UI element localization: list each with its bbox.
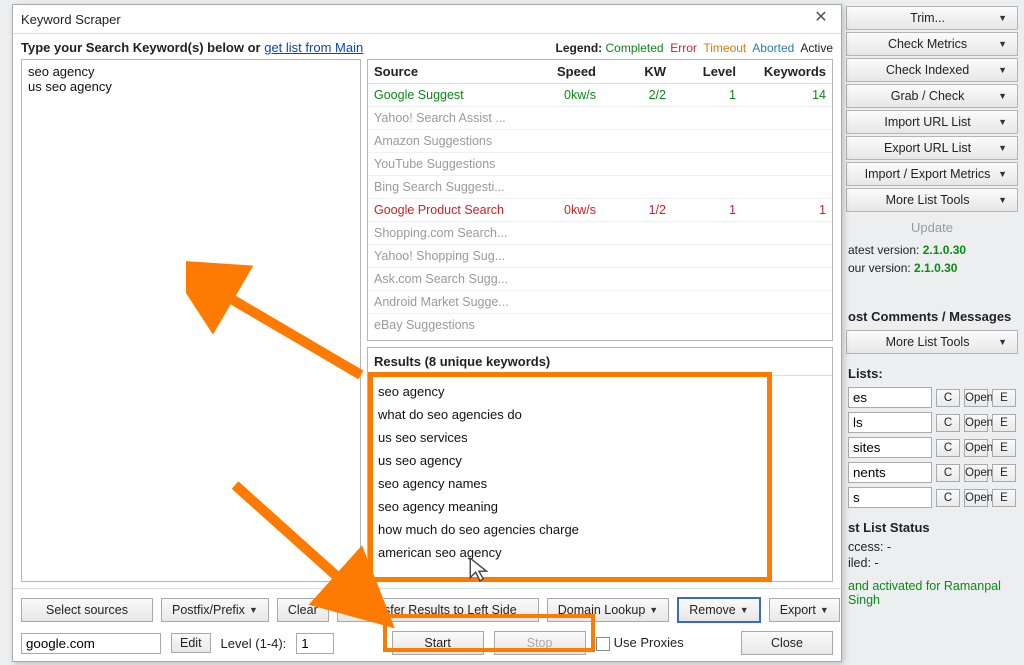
list-open-5[interactable]: Open [964, 489, 988, 507]
source-row[interactable]: Ask.com Search Sugg... [368, 268, 832, 291]
keywords-input[interactable] [21, 59, 361, 582]
list-open-2[interactable]: Open [964, 414, 988, 432]
list-input-2[interactable] [848, 412, 932, 433]
list-input-4[interactable] [848, 462, 932, 483]
use-proxies-checkbox[interactable] [596, 637, 610, 651]
result-item[interactable]: american seo agency [368, 541, 832, 564]
list-e-4[interactable]: E [992, 464, 1016, 482]
failed-status: iled: - [840, 555, 1024, 571]
list-c-5[interactable]: C [936, 489, 960, 507]
export-url-menu[interactable]: Export URL List▼ [846, 136, 1018, 160]
list-input-1[interactable] [848, 387, 932, 408]
source-row[interactable]: eBay Suggestions [368, 314, 832, 332]
use-proxies-label: Use Proxies [614, 635, 684, 650]
results-header: Results (8 unique keywords) [368, 348, 832, 376]
source-row[interactable]: Yahoo! Search Assist ... [368, 107, 832, 130]
trim-menu[interactable]: Trim...▼ [846, 6, 1018, 30]
footprint-input[interactable] [21, 633, 161, 654]
keyword-scraper-dialog: Keyword Scraper ✕ Type your Search Keywo… [12, 4, 842, 662]
start-button[interactable]: Start [392, 631, 484, 655]
result-item[interactable]: seo agency names [368, 472, 832, 495]
list-e-2[interactable]: E [992, 414, 1016, 432]
list-input-5[interactable] [848, 487, 932, 508]
result-item[interactable]: what do seo agencies do [368, 403, 832, 426]
get-list-link[interactable]: get list from Main [264, 40, 363, 55]
import-export-metrics-menu[interactable]: Import / Export Metrics▼ [846, 162, 1018, 186]
export-menu[interactable]: Export▼ [769, 598, 840, 622]
comments-header: ost Comments / Messages [840, 299, 1024, 328]
result-item[interactable]: seo agency [368, 380, 832, 403]
list-e-1[interactable]: E [992, 389, 1016, 407]
level-label: Level (1-4): [221, 636, 287, 651]
list-open-3[interactable]: Open [964, 439, 988, 457]
source-row[interactable]: Bing Search Suggesti... [368, 176, 832, 199]
source-row[interactable]: Yahoo! Shopping Sug... [368, 245, 832, 268]
clear-button[interactable]: Clear [277, 598, 329, 622]
source-row[interactable]: Shopping.com Search... [368, 222, 832, 245]
version-info: atest version: 2.1.0.30 our version: 2.1… [840, 241, 1024, 277]
list-c-1[interactable]: C [936, 389, 960, 407]
edit-button[interactable]: Edit [171, 633, 211, 653]
transfer-results-button[interactable]: Transfer Results to Left Side [337, 598, 539, 622]
select-sources-button[interactable]: Select sources [21, 598, 153, 622]
result-item[interactable]: us seo agency [368, 449, 832, 472]
more-list-tools-menu[interactable]: More List Tools▼ [846, 188, 1018, 212]
list-input-3[interactable] [848, 437, 932, 458]
success-status: ccess: - [840, 539, 1024, 555]
postfix-prefix-menu[interactable]: Postfix/Prefix▼ [161, 598, 269, 622]
list-open-4[interactable]: Open [964, 464, 988, 482]
list-status-header: st List Status [840, 510, 1024, 539]
close-button[interactable]: Close [741, 631, 833, 655]
list-c-3[interactable]: C [936, 439, 960, 457]
result-item[interactable]: us seo services [368, 426, 832, 449]
more-list-tools-menu-2[interactable]: More List Tools▼ [846, 330, 1018, 354]
source-row[interactable]: Google Suggest0kw/s2/2114 [368, 84, 832, 107]
sources-header: Source Speed KW Level Keywords [368, 60, 832, 84]
stop-button[interactable]: Stop [494, 631, 586, 655]
list-c-2[interactable]: C [936, 414, 960, 432]
list-open-1[interactable]: Open [964, 389, 988, 407]
update-button[interactable]: Update [840, 214, 1024, 241]
close-icon[interactable]: ✕ [809, 9, 833, 29]
remove-menu[interactable]: Remove▼ [677, 597, 760, 623]
legend: Legend: Completed Error Timeout Aborted … [556, 41, 834, 55]
activation-text: and activated for Ramanpal Singh [840, 571, 1024, 615]
result-item[interactable]: seo agency meaning [368, 495, 832, 518]
source-row[interactable]: Android Market Sugge... [368, 291, 832, 314]
list-e-3[interactable]: E [992, 439, 1016, 457]
source-row[interactable]: Google Product Search0kw/s1/211 [368, 199, 832, 222]
grab-check-menu[interactable]: Grab / Check▼ [846, 84, 1018, 108]
source-row[interactable]: YouTube Suggestions [368, 153, 832, 176]
list-e-5[interactable]: E [992, 489, 1016, 507]
result-item[interactable]: how much do seo agencies charge [368, 518, 832, 541]
domain-lookup-menu[interactable]: Domain Lookup▼ [547, 598, 669, 622]
source-row[interactable]: Amazon Suggestions [368, 130, 832, 153]
list-c-4[interactable]: C [936, 464, 960, 482]
prompt-text: Type your Search Keyword(s) below or get… [21, 40, 363, 55]
check-metrics-menu[interactable]: Check Metrics▼ [846, 32, 1018, 56]
lists-header: Lists: [840, 356, 1024, 385]
import-url-menu[interactable]: Import URL List▼ [846, 110, 1018, 134]
check-indexed-menu[interactable]: Check Indexed▼ [846, 58, 1018, 82]
dialog-title: Keyword Scraper [21, 12, 121, 27]
level-input[interactable] [296, 633, 334, 654]
